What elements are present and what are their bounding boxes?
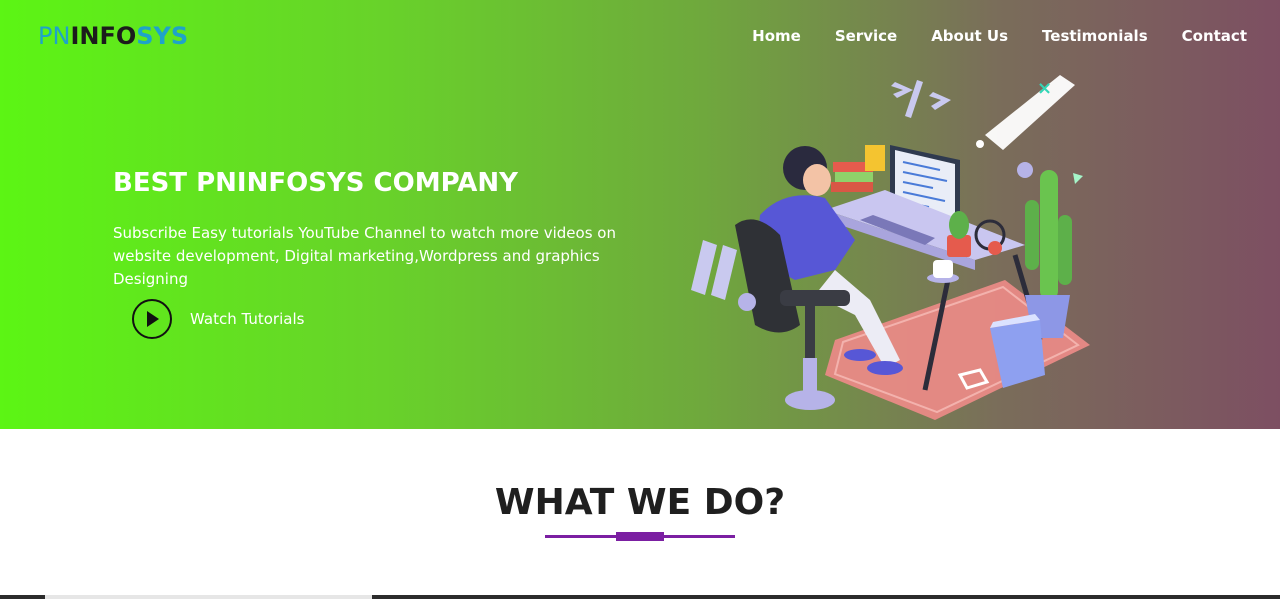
- nav-about-us[interactable]: About Us: [931, 27, 1008, 45]
- nav-service[interactable]: Service: [835, 27, 897, 45]
- logo-text-info: INFO: [70, 22, 137, 50]
- title-underline-accent: [616, 532, 664, 541]
- bottom-strip-highlight: [45, 595, 372, 599]
- logo[interactable]: PNINFOSYS: [38, 22, 188, 50]
- developer-illustration: ×: [691, 75, 1090, 420]
- nav-home[interactable]: Home: [752, 27, 801, 45]
- logo-text-sys: SYS: [136, 22, 189, 50]
- bottom-strip: [0, 595, 1280, 599]
- hero-banner: PNINFOSYS Home Service About Us Testimon…: [0, 0, 1280, 429]
- logo-text-pn: PN: [38, 22, 71, 50]
- hero-title: BEST PNINFOSYS COMPANY: [113, 168, 518, 198]
- nav-testimonials[interactable]: Testimonials: [1042, 27, 1148, 45]
- watch-tutorials-label[interactable]: Watch Tutorials: [190, 310, 304, 328]
- play-icon[interactable]: [132, 299, 172, 339]
- hero-subtitle: Subscribe Easy tutorials YouTube Channel…: [113, 224, 616, 288]
- svg-text:×: ×: [1037, 78, 1052, 99]
- nav-contact[interactable]: Contact: [1182, 27, 1247, 45]
- section-title: WHAT WE DO?: [494, 482, 786, 523]
- watch-tutorials-button[interactable]: Watch Tutorials: [132, 299, 304, 339]
- main-nav: Home Service About Us Testimonials Conta…: [752, 27, 1247, 45]
